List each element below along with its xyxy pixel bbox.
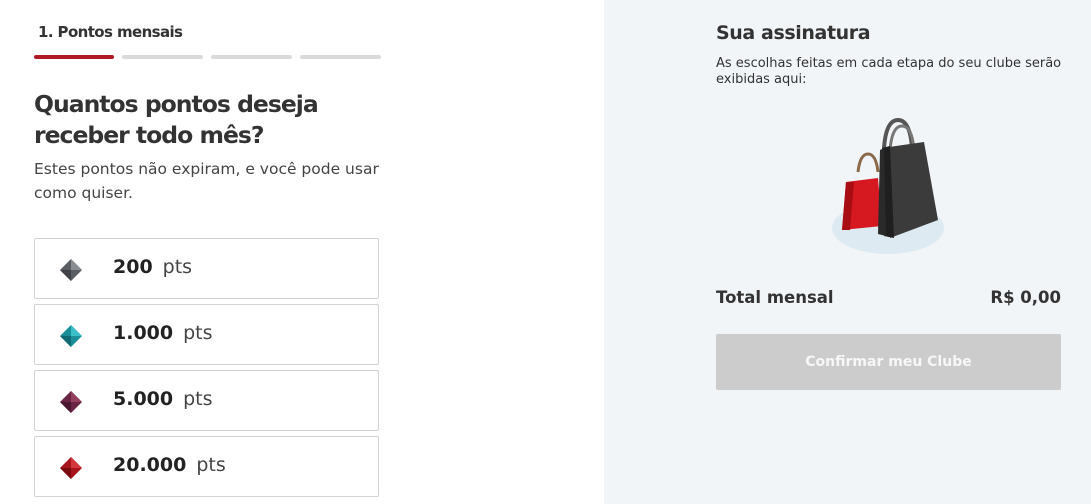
total-value: R$ 0,00 xyxy=(990,288,1061,307)
teal-gem-icon xyxy=(60,325,82,347)
red-gem-icon xyxy=(60,457,82,479)
gray-gem-icon xyxy=(60,259,82,281)
points-unit: pts xyxy=(183,388,213,410)
progress-step-4 xyxy=(300,55,381,59)
points-option-20000[interactable]: 20.000 pts xyxy=(34,436,379,497)
question-subtitle: Estes pontos não expiram, e você pode us… xyxy=(34,160,379,202)
step-progress-bar xyxy=(34,55,381,59)
progress-step-1 xyxy=(34,55,114,59)
points-option-1000[interactable]: 1.000 pts xyxy=(34,304,379,365)
points-options-list: 200 pts 1.000 pts 5.000 pts 20.000 pts xyxy=(34,238,379,502)
points-option-value: 200 pts xyxy=(113,256,193,278)
points-option-200[interactable]: 200 pts xyxy=(34,238,379,299)
points-unit: pts xyxy=(196,454,226,476)
progress-step-2 xyxy=(122,55,203,59)
summary-description: As escolhas feitas em cada etapa do seu … xyxy=(716,56,1062,87)
points-unit: pts xyxy=(162,256,193,278)
points-option-value: 20.000 pts xyxy=(113,454,226,476)
plan-builder-panel: 1. Pontos mensais Quantos pontos deseja … xyxy=(0,0,604,504)
points-option-value: 5.000 pts xyxy=(113,388,213,410)
step-label: 1. Pontos mensais xyxy=(38,23,183,41)
summary-title: Sua assinatura xyxy=(716,22,871,44)
points-option-value: 1.000 pts xyxy=(113,322,213,344)
shopping-bags-icon xyxy=(832,117,944,254)
total-label: Total mensal xyxy=(716,288,834,307)
progress-step-3 xyxy=(211,55,292,59)
subscription-summary-panel: Sua assinatura As escolhas feitas em cad… xyxy=(604,0,1091,504)
points-unit: pts xyxy=(183,322,213,344)
points-option-5000[interactable]: 5.000 pts xyxy=(34,370,379,431)
question-title: Quantos pontos deseja receber todo mês? xyxy=(34,90,319,149)
confirm-club-button[interactable]: Confirmar meu Clube xyxy=(716,334,1061,390)
purple-gem-icon xyxy=(60,391,82,413)
